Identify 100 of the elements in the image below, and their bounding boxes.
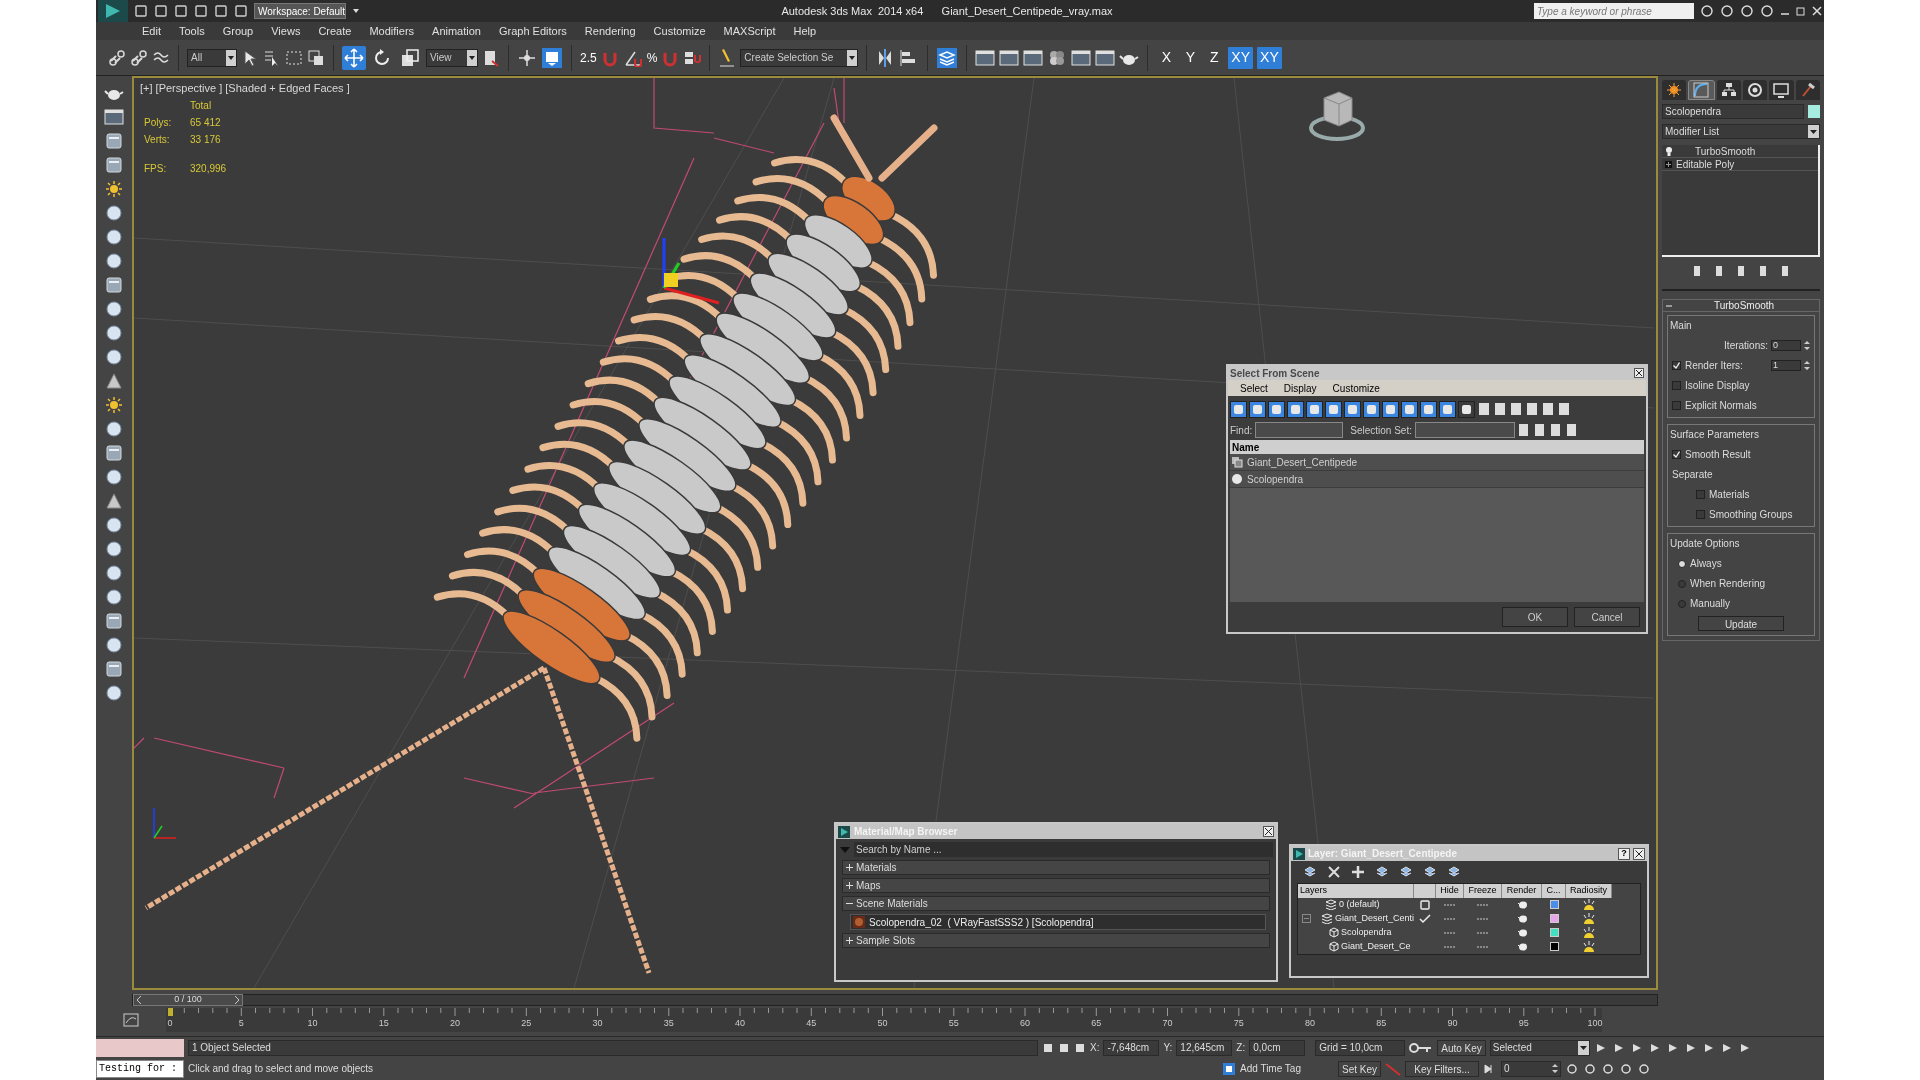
sphere-icon[interactable]	[105, 420, 123, 438]
sphere-icon[interactable]	[105, 564, 123, 582]
sphere-icon[interactable]	[105, 636, 123, 654]
filter-toggle[interactable]	[1382, 400, 1399, 418]
view-cube-icon[interactable]	[1309, 91, 1365, 141]
stack-item[interactable]: Editable Poly	[1662, 158, 1818, 171]
listener-field[interactable]: Testing for :	[96, 1059, 184, 1078]
sun-icon[interactable]	[105, 180, 123, 198]
checkbox[interactable]: Render Iters:	[1672, 358, 1743, 373]
checkbox[interactable]: Explicit Normals	[1672, 398, 1810, 413]
checkmark-icon[interactable]	[1419, 913, 1431, 924]
column-header[interactable]: Freeze	[1464, 884, 1502, 898]
panel-icon[interactable]	[105, 276, 123, 294]
key-filters-button[interactable]: Key Filters...	[1405, 1060, 1480, 1077]
sun-icon[interactable]	[105, 396, 123, 414]
sphere-icon[interactable]	[105, 348, 123, 366]
coordinate-field[interactable]: -7,648cm	[1103, 1039, 1160, 1056]
panel-tab[interactable]	[1716, 80, 1741, 100]
color-swatch[interactable]	[1549, 928, 1559, 937]
frame-spinner[interactable]: 0	[1501, 1060, 1562, 1077]
sphere-icon[interactable]	[105, 204, 123, 222]
menu-item[interactable]: Select	[1240, 380, 1268, 396]
filter-toggle[interactable]	[1287, 400, 1304, 418]
list-row[interactable]: Giant_Desert_Centipede	[1230, 454, 1644, 471]
filter-toggle[interactable]	[1268, 400, 1285, 418]
freeze-dash-icon[interactable]	[1477, 944, 1489, 949]
hide-dash-icon[interactable]	[1444, 930, 1456, 935]
menu-item[interactable]: Animation	[432, 22, 481, 40]
cone-icon[interactable]	[105, 372, 123, 390]
column-header[interactable]: Name	[1230, 440, 1644, 454]
menu-item[interactable]: Customize	[1332, 380, 1380, 396]
radio-button[interactable]: Manually	[1678, 596, 1810, 611]
add-time-tag-label[interactable]: Add Time Tag	[1240, 1061, 1334, 1076]
selection-set-field[interactable]	[1414, 422, 1515, 438]
filter-toggle[interactable]	[1401, 400, 1418, 418]
column-header[interactable]: Radiosity	[1566, 884, 1612, 898]
teapot-icon[interactable]	[1516, 914, 1528, 923]
sphere-icon[interactable]	[105, 588, 123, 606]
panel-tab[interactable]	[1743, 80, 1768, 100]
menu-item[interactable]: Rendering	[584, 22, 636, 40]
material-item[interactable]: Scolopendra_02 ( VRayFastSSS2 ) [Scolopendra]	[850, 914, 1266, 930]
sphere-icon[interactable]	[105, 684, 123, 702]
sphere-icon[interactable]	[105, 516, 123, 534]
spinner-field[interactable]: 0	[1771, 340, 1801, 351]
selection-filter-dropdown[interactable]: All	[187, 48, 237, 67]
caret-icon[interactable]	[847, 49, 858, 66]
sphere-icon[interactable]	[105, 300, 123, 318]
mini-curve-editor-icon[interactable]	[123, 1013, 139, 1027]
menu-item[interactable]: Tools	[178, 22, 205, 40]
filter-toggle[interactable]	[1344, 400, 1361, 418]
menu-item[interactable]: Modifiers	[369, 22, 415, 40]
panel-icon[interactable]	[105, 132, 123, 150]
chain-link-icon[interactable]	[108, 48, 126, 67]
filter-toggle[interactable]	[1306, 400, 1323, 418]
key-icon[interactable]	[1409, 1041, 1434, 1054]
color-swatch[interactable]	[1549, 914, 1559, 923]
menu-item[interactable]: Edit	[142, 22, 161, 40]
restore-icon[interactable]	[1796, 6, 1806, 16]
spinner-field[interactable]: 1	[1771, 360, 1801, 371]
menu-item[interactable]: Graph Editors	[498, 22, 567, 40]
column-header[interactable]: Layers	[1298, 884, 1414, 898]
max-logo-icon[interactable]	[98, 0, 128, 22]
cursor-icon[interactable]	[241, 48, 259, 67]
layer-name[interactable]: Giant_Desert_Ce	[1341, 939, 1411, 954]
key-mode-dropdown[interactable]: Selected	[1489, 1039, 1590, 1056]
modifier-list-dropdown[interactable]: Modifier List	[1662, 124, 1820, 139]
section-header[interactable]: Sample Slots	[842, 933, 1270, 948]
snap-toggle[interactable]: 2.5	[580, 51, 597, 64]
panel-tab[interactable]	[1795, 80, 1820, 100]
axis-constraint-button[interactable]: Z	[1204, 46, 1225, 69]
layer-name[interactable]: 0 (default)	[1339, 897, 1380, 912]
filter-toggle[interactable]	[1230, 400, 1247, 418]
current-layer-box-icon[interactable]	[1420, 899, 1430, 910]
filter-toggle[interactable]	[1363, 400, 1380, 418]
workspace-dropdown[interactable]: Workspace: Default	[254, 3, 346, 19]
search-field[interactable]: Search by Name ...	[854, 842, 1273, 857]
update-button[interactable]: Update	[1698, 616, 1784, 631]
coordinate-field[interactable]: 0,0cm	[1249, 1039, 1306, 1056]
column-header[interactable]: Hide	[1436, 884, 1464, 898]
hide-dash-icon[interactable]	[1444, 902, 1456, 907]
checkbox[interactable]: Smooth Result	[1672, 447, 1810, 462]
panel-icon[interactable]	[105, 612, 123, 630]
filter-toggle[interactable]	[1420, 400, 1437, 418]
help-button[interactable]: ?	[1618, 847, 1630, 860]
filter-toggle[interactable]	[1439, 400, 1456, 418]
hide-dash-icon[interactable]	[1444, 944, 1456, 949]
menu-item[interactable]: MAXScript	[723, 22, 776, 40]
move-button[interactable]	[342, 45, 366, 70]
checkbox[interactable]: Materials	[1696, 487, 1810, 502]
pivot-icon[interactable]	[482, 48, 500, 67]
radiosity-lamp-icon[interactable]	[1582, 898, 1596, 911]
axis-constraint-button[interactable]: XY	[1228, 46, 1254, 69]
radiosity-lamp-icon[interactable]	[1582, 940, 1596, 953]
layer-name[interactable]: Scolopendra	[1341, 925, 1392, 940]
reference-coordinate-dropdown[interactable]: View	[426, 48, 478, 67]
menu-item[interactable]: Help	[793, 22, 817, 40]
stack-item[interactable]: TurboSmooth	[1662, 145, 1818, 158]
close-icon[interactable]	[1633, 847, 1645, 860]
axis-constraint-button[interactable]: XY	[1257, 46, 1282, 69]
filter-toggle[interactable]	[1458, 400, 1475, 418]
